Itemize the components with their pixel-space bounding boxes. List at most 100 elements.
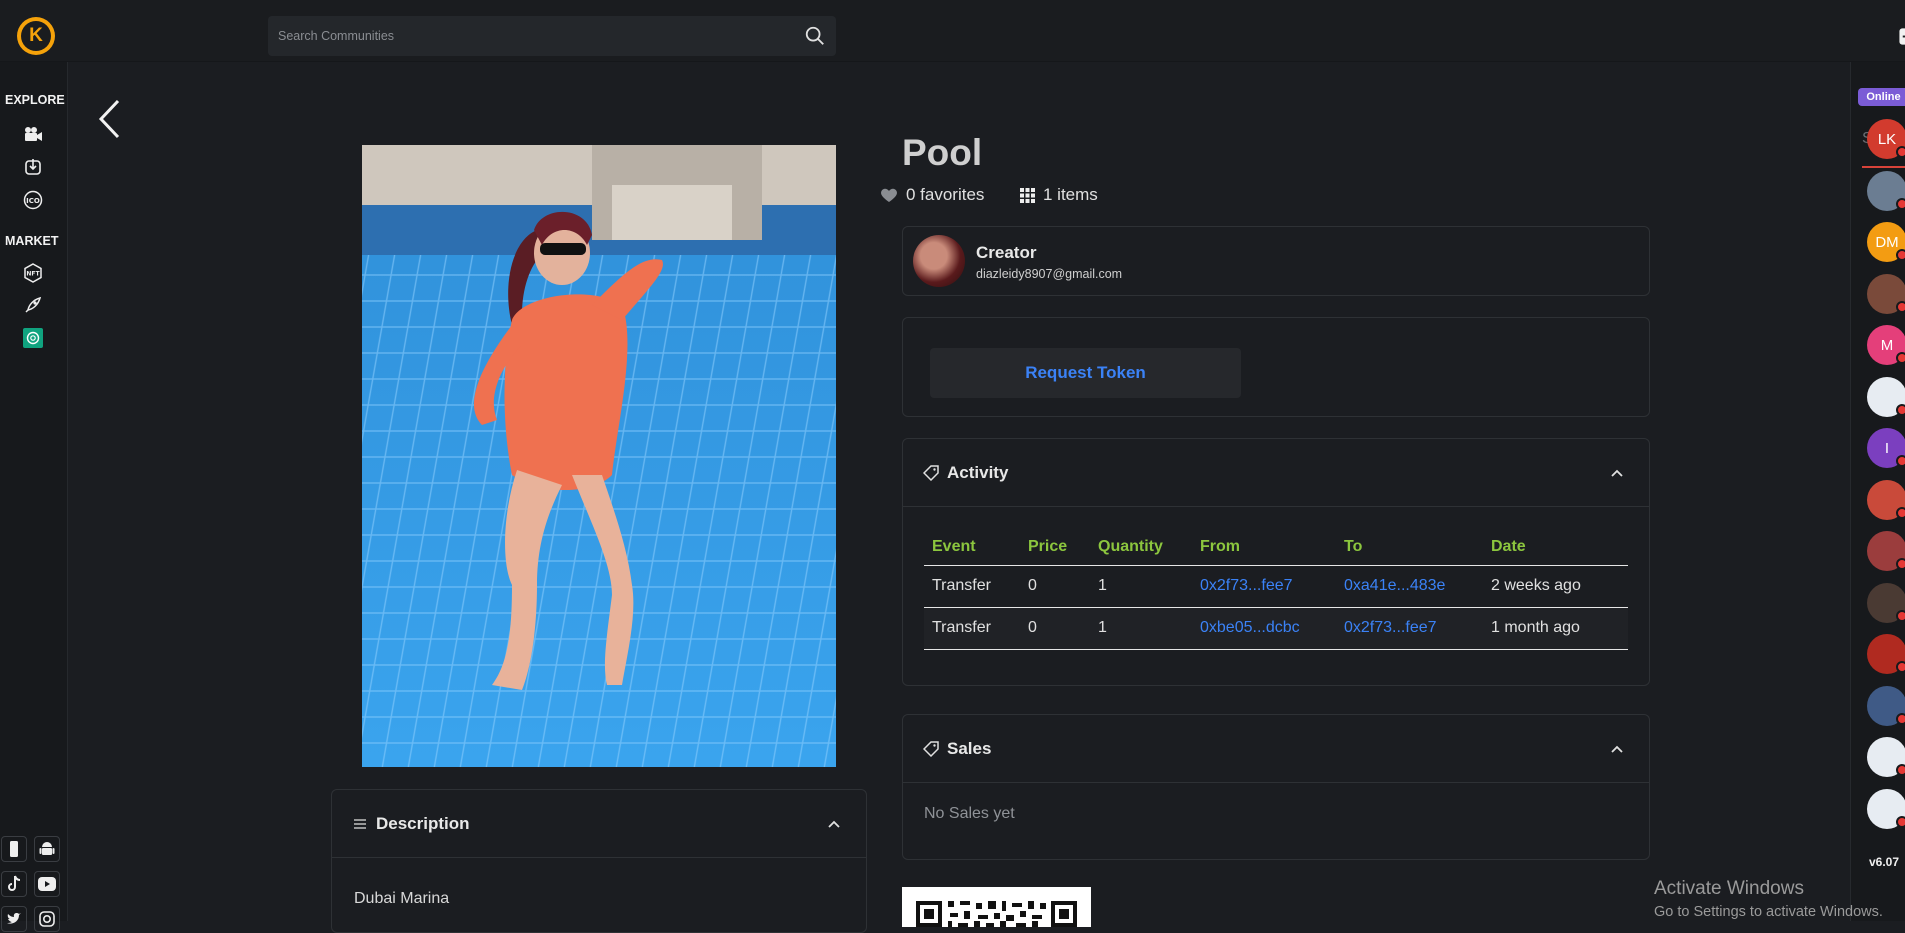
contact-avatar[interactable] <box>1867 582 1905 623</box>
column-header: From <box>1192 529 1336 566</box>
contact-avatar[interactable]: M <box>1867 325 1905 365</box>
status-dot <box>1896 197 1905 210</box>
quantity-cell: 1 <box>1090 565 1192 608</box>
request-token-card: Request Token <box>902 317 1650 417</box>
contact-avatar[interactable]: I <box>1867 428 1905 468</box>
app-logo[interactable]: K <box>17 17 55 55</box>
mobile-icon[interactable] <box>1 836 27 862</box>
status-dot <box>1896 764 1905 776</box>
from-address-link[interactable]: 0x2f73...fee7 <box>1192 565 1336 608</box>
video-camera-icon[interactable] <box>22 123 44 145</box>
description-title: Description <box>376 813 470 833</box>
sales-title: Sales <box>947 738 992 758</box>
chevron-up-icon[interactable] <box>1609 465 1625 481</box>
description-text: Dubai Marina <box>354 890 450 907</box>
contact-avatar[interactable] <box>1867 788 1905 829</box>
tag-icon <box>923 740 939 757</box>
column-header: Date <box>1483 529 1628 566</box>
contact-avatar[interactable]: DM <box>1867 222 1905 262</box>
status-dot <box>1896 300 1905 313</box>
tiktok-icon[interactable] <box>1 871 27 897</box>
avatar-initials: M <box>1880 336 1894 354</box>
activity-panel: Activity Event Price Quantity From To Da… <box>902 438 1650 686</box>
creator-card[interactable]: Creator diazleidy8907@gmail.com <box>902 226 1650 296</box>
openai-icon[interactable] <box>22 327 44 349</box>
chevron-up-icon[interactable] <box>826 816 842 832</box>
avatar-initials: LK <box>1877 130 1897 148</box>
contact-avatar[interactable] <box>1867 531 1905 571</box>
tag-icon <box>923 464 939 481</box>
contact-avatar[interactable] <box>1867 376 1905 417</box>
heart-icon <box>881 188 897 202</box>
svg-text:ICO: ICO <box>26 197 40 205</box>
instagram-icon[interactable] <box>34 906 60 932</box>
nft-icon[interactable]: NFT <box>22 262 44 284</box>
creator-label: Creator <box>976 243 1037 262</box>
back-arrow-icon[interactable] <box>96 98 122 140</box>
contact-avatar[interactable] <box>1867 170 1905 211</box>
date-cell: 2 weeks ago <box>1483 565 1628 608</box>
market-heading: MARKET <box>5 234 59 248</box>
activity-title: Activity <box>947 462 1009 482</box>
activate-title: Activate Windows <box>1654 878 1804 899</box>
event-cell: Transfer <box>924 565 1020 608</box>
status-dot <box>1896 712 1905 725</box>
search-input[interactable] <box>278 16 778 56</box>
twitter-icon[interactable] <box>1 906 27 932</box>
column-header: To <box>1336 529 1483 566</box>
download-box-icon[interactable] <box>22 156 44 178</box>
no-sales-message: No Sales yet <box>924 805 1015 822</box>
contact-avatar[interactable] <box>1867 479 1905 520</box>
explore-heading: EXPLORE <box>5 93 65 107</box>
creator-avatar[interactable] <box>913 235 965 287</box>
to-address-link[interactable]: 0xa41e...483e <box>1336 565 1483 608</box>
chevron-up-icon[interactable] <box>1609 741 1625 757</box>
column-header: Quantity <box>1090 529 1192 566</box>
activity-table: Event Price Quantity From To Date Transf… <box>924 529 1628 650</box>
creator-email[interactable]: diazleidy8907@gmail.com <box>976 267 1122 281</box>
status-dot <box>1896 558 1905 570</box>
grid-icon <box>1020 187 1035 203</box>
rocket-icon[interactable] <box>22 294 44 316</box>
description-header[interactable]: Description <box>332 790 866 858</box>
contact-avatar[interactable] <box>1867 685 1905 726</box>
status-dot <box>1896 146 1905 158</box>
top-bar: K <box>0 0 1905 62</box>
nft-image <box>362 145 836 767</box>
request-token-button[interactable]: Request Token <box>930 348 1241 398</box>
svg-text:NFT: NFT <box>26 271 40 278</box>
qr-code <box>902 887 1091 927</box>
community-search[interactable] <box>268 16 836 56</box>
status-dot <box>1896 815 1905 828</box>
favorites-count[interactable]: 0 favorites <box>880 185 984 205</box>
youtube-icon[interactable] <box>34 871 60 897</box>
sales-header[interactable]: Sales <box>903 715 1649 783</box>
from-address-link[interactable]: 0xbe05...dcbc <box>1192 607 1336 650</box>
table-row: Transfer 0 1 0x2f73...fee7 0xa41e...483e… <box>924 565 1628 608</box>
activity-header[interactable]: Activity <box>903 439 1649 507</box>
avatar-initials: I <box>1884 439 1890 457</box>
sidebar-divider <box>1862 166 1905 168</box>
ico-icon[interactable]: ICO <box>22 189 44 211</box>
online-badge: Online <box>1858 88 1905 106</box>
column-header: Event <box>924 529 1020 566</box>
contact-avatar[interactable] <box>1867 273 1905 314</box>
price-cell: 0 <box>1020 565 1090 608</box>
plus-square-icon-main[interactable] <box>1898 27 1905 46</box>
activate-subtitle: Go to Settings to activate Windows. <box>1654 904 1883 920</box>
search-icon[interactable] <box>804 25 826 47</box>
contact-avatar[interactable] <box>1867 634 1905 674</box>
to-address-link[interactable]: 0x2f73...fee7 <box>1336 607 1483 650</box>
status-dot <box>1896 661 1905 673</box>
android-icon[interactable] <box>34 836 60 862</box>
activity-header-row: Event Price Quantity From To Date <box>924 529 1628 566</box>
status-dot <box>1896 249 1905 261</box>
contact-avatar[interactable]: LK <box>1867 119 1905 159</box>
contact-avatar[interactable] <box>1867 737 1905 777</box>
status-dot <box>1896 506 1905 519</box>
item-title: Pool <box>902 132 983 173</box>
date-cell: 1 month ago <box>1483 607 1628 650</box>
description-panel: Description Dubai Marina <box>331 789 867 933</box>
avatar-initials: DM <box>1875 233 1899 251</box>
price-cell: 0 <box>1020 607 1090 650</box>
